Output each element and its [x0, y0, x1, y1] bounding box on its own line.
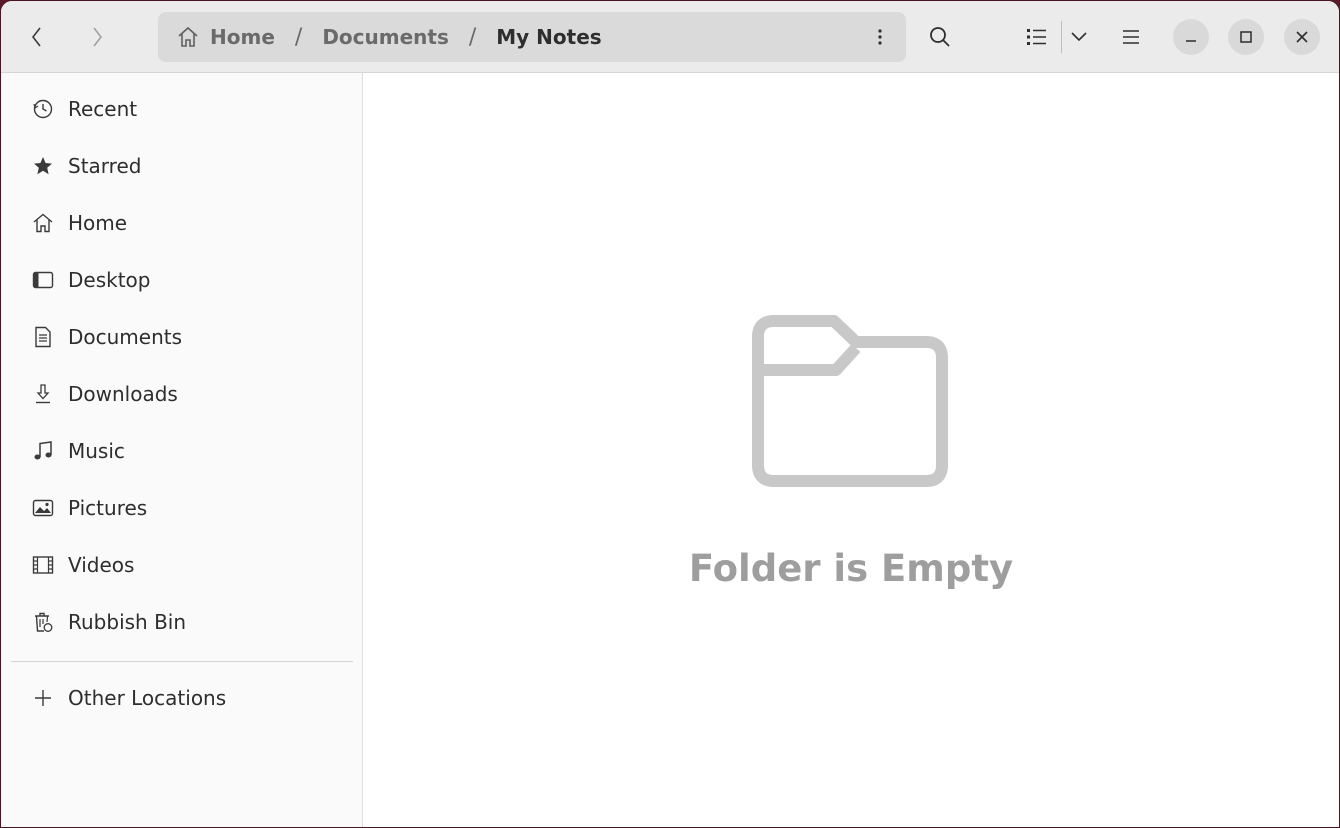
file-manager-window: Home / Documents / My Notes Recent Starr… — [0, 0, 1340, 828]
sidebar-item-label: Recent — [68, 97, 138, 121]
clock-icon — [31, 97, 55, 121]
back-button[interactable] — [15, 15, 59, 59]
minimize-button[interactable] — [1173, 19, 1209, 55]
breadcrumb-label: Home — [210, 25, 275, 49]
folder-empty-icon — [752, 315, 948, 487]
sidebar-item-pictures[interactable]: Pictures — [11, 485, 351, 531]
maximize-button[interactable] — [1228, 19, 1264, 55]
minimize-icon — [1186, 40, 1196, 42]
main-menu-button[interactable] — [1109, 15, 1153, 59]
sidebar-item-label: Music — [68, 439, 125, 463]
path-bar[interactable]: Home / Documents / My Notes — [158, 12, 906, 62]
empty-folder-message: Folder is Empty — [688, 547, 1014, 590]
file-view[interactable]: Folder is Empty — [363, 73, 1339, 827]
view-options-button[interactable] — [1057, 15, 1101, 59]
picture-icon — [31, 496, 55, 520]
sidebar-item-home[interactable]: Home — [11, 200, 351, 246]
sidebar-item-recent[interactable]: Recent — [11, 86, 351, 132]
breadcrumb-separator: / — [294, 24, 303, 50]
trash-icon — [31, 610, 55, 634]
list-view-button[interactable] — [1015, 15, 1059, 59]
sidebar-item-label: Videos — [68, 553, 135, 577]
places-sidebar: Recent Starred Home Desktop Documents Do… — [1, 73, 363, 827]
chevron-left-icon — [31, 27, 41, 47]
sidebar-item-rubbish-bin[interactable]: Rubbish Bin — [11, 599, 351, 645]
breadcrumb-label: Documents — [322, 25, 449, 49]
sidebar-item-downloads[interactable]: Downloads — [11, 371, 351, 417]
home-icon — [178, 26, 198, 47]
sidebar-item-desktop[interactable]: Desktop — [11, 257, 351, 303]
kebab-menu-icon — [878, 29, 882, 45]
sidebar-item-music[interactable]: Music — [11, 428, 351, 474]
sidebar-item-label: Downloads — [68, 382, 178, 406]
search-button[interactable] — [918, 15, 962, 59]
video-icon — [31, 553, 55, 577]
chevron-right-icon — [93, 27, 103, 47]
sidebar-item-label: Home — [68, 211, 128, 235]
breadcrumb-label: My Notes — [496, 25, 602, 49]
search-icon — [930, 27, 950, 47]
home-icon — [31, 211, 55, 235]
desktop-icon — [31, 268, 55, 292]
sidebar-item-label: Pictures — [68, 496, 148, 520]
download-icon — [31, 382, 55, 406]
close-icon — [1296, 31, 1308, 43]
sidebar-item-videos[interactable]: Videos — [11, 542, 351, 588]
sidebar-item-label: Other Locations — [68, 686, 227, 710]
music-icon — [31, 439, 55, 463]
sidebar-item-other-locations[interactable]: Other Locations — [11, 675, 351, 721]
hamburger-menu-icon — [1123, 30, 1139, 44]
breadcrumb-home[interactable]: Home — [176, 12, 275, 62]
sidebar-separator — [11, 661, 353, 662]
close-button[interactable] — [1284, 19, 1320, 55]
sidebar-item-label: Rubbish Bin — [68, 610, 187, 634]
header-bar: Home / Documents / My Notes — [1, 1, 1339, 73]
forward-button[interactable] — [75, 15, 119, 59]
plus-icon — [31, 686, 55, 710]
chevron-down-icon — [1071, 32, 1087, 42]
sidebar-item-label: Starred — [68, 154, 142, 178]
breadcrumb-current[interactable]: My Notes — [496, 12, 601, 62]
list-view-icon — [1027, 29, 1046, 45]
maximize-icon — [1240, 31, 1252, 43]
sidebar-item-label: Desktop — [68, 268, 151, 292]
sidebar-item-documents[interactable]: Documents — [11, 314, 351, 360]
path-menu-button[interactable] — [868, 25, 892, 49]
star-icon — [31, 154, 55, 178]
sidebar-item-label: Documents — [68, 325, 183, 349]
breadcrumb-documents[interactable]: Documents — [322, 12, 449, 62]
sidebar-item-starred[interactable]: Starred — [11, 143, 351, 189]
document-icon — [31, 325, 55, 349]
breadcrumb-separator: / — [468, 24, 477, 50]
